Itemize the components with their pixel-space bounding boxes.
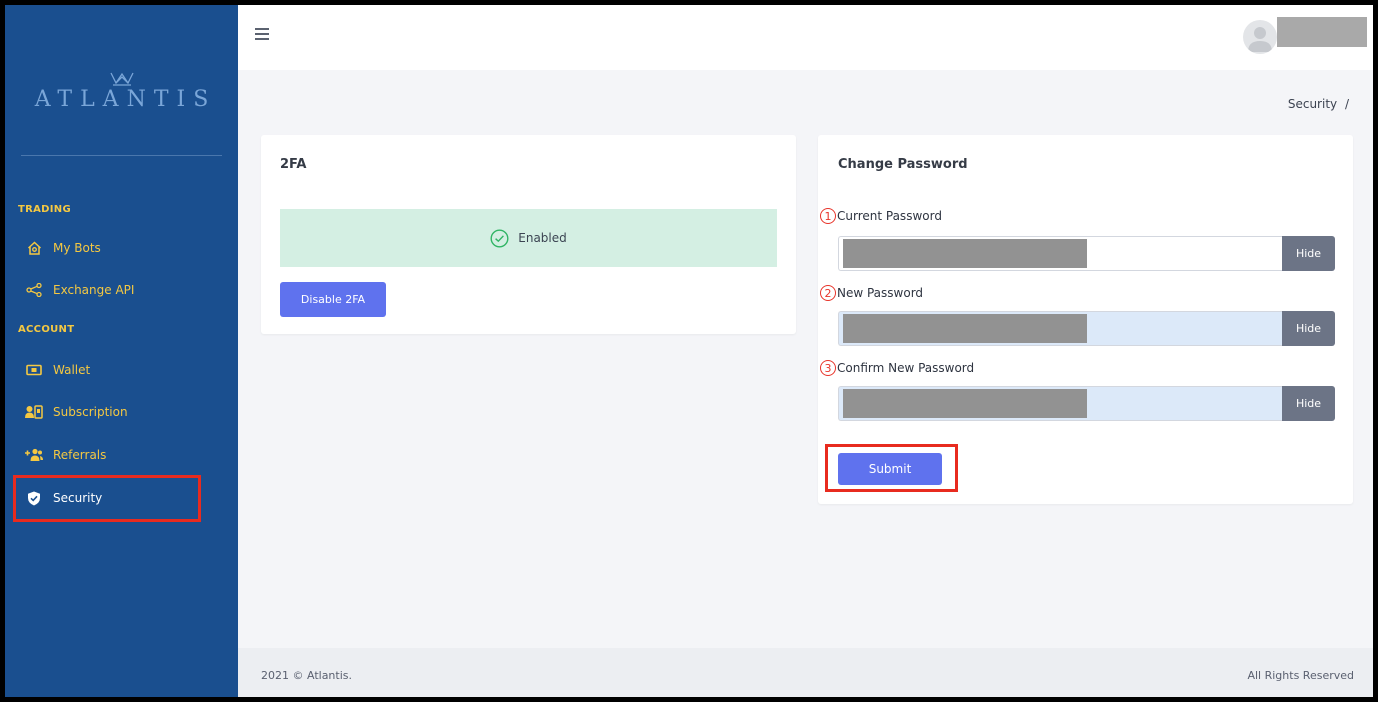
sidebar-item-label: My Bots	[53, 241, 101, 255]
users-plus-icon	[25, 447, 43, 463]
nav-heading-account: ACCOUNT	[18, 324, 75, 335]
share-nodes-icon	[25, 282, 43, 298]
current-password-field: Hide	[838, 236, 1335, 271]
new-password-label: 2 New Password	[820, 285, 923, 301]
breadcrumb: Security /	[1288, 97, 1349, 111]
redacted-value	[843, 239, 1087, 268]
brand-logo[interactable]: ATLANTIS	[5, 71, 238, 161]
redacted-value	[843, 314, 1087, 343]
footer-rights: All Rights Reserved	[1247, 669, 1354, 682]
new-password-field: Hide	[838, 311, 1335, 346]
hamburger-icon[interactable]	[255, 28, 269, 43]
field-label-text: Current Password	[837, 209, 942, 223]
sidebar-item-label: Referrals	[53, 448, 107, 462]
top-bar	[238, 5, 1373, 70]
crown-logo-icon	[109, 72, 134, 86]
redacted-value	[843, 389, 1087, 418]
step-number-2: 2	[820, 285, 836, 301]
sidebar-item-label: Exchange API	[53, 283, 135, 297]
check-circle-icon	[490, 228, 509, 248]
change-password-title: Change Password	[838, 157, 968, 172]
footer-copyright: 2021 © Atlantis.	[261, 669, 352, 682]
confirm-password-input[interactable]	[838, 386, 1282, 421]
nav-heading-trading: TRADING	[18, 204, 71, 215]
twofa-status-text: Enabled	[518, 231, 567, 245]
sidebar-item-referrals[interactable]: Referrals	[18, 444, 106, 466]
field-label-text: Confirm New Password	[837, 361, 975, 375]
sidebar-item-wallet[interactable]: Wallet	[18, 359, 90, 381]
user-avatar-icon[interactable]	[1243, 20, 1277, 54]
redacted-username[interactable]	[1277, 17, 1367, 47]
twofa-card: 2FA Enabled Disable 2FA	[261, 135, 796, 334]
sidebar-item-subscription[interactable]: Subscription	[18, 401, 128, 423]
logo-divider	[21, 155, 222, 156]
disable-2fa-button[interactable]: Disable 2FA	[280, 282, 386, 317]
user-card-icon	[25, 404, 43, 420]
step-number-1: 1	[820, 208, 836, 224]
sidebar-item-label: Subscription	[53, 405, 128, 419]
home-bot-icon	[25, 240, 43, 256]
sidebar-item-my-bots[interactable]: My Bots	[18, 237, 101, 259]
footer: 2021 © Atlantis. All Rights Reserved	[238, 648, 1373, 697]
sidebar-item-label: Wallet	[53, 363, 91, 377]
money-bill-icon	[25, 362, 43, 378]
step-number-3: 3	[820, 360, 836, 376]
twofa-title: 2FA	[280, 157, 307, 172]
current-password-input[interactable]	[838, 236, 1282, 271]
breadcrumb-separator: /	[1344, 97, 1349, 111]
twofa-status-alert: Enabled	[280, 209, 777, 267]
new-password-input[interactable]	[838, 311, 1282, 346]
confirm-password-field: Hide	[838, 386, 1335, 421]
current-password-hide-button[interactable]: Hide	[1282, 236, 1335, 271]
change-password-card: Change Password 1 Current Password Hide …	[818, 135, 1353, 504]
app-frame: ATLANTIS TRADING My Bots Exchange API AC…	[5, 5, 1373, 697]
confirm-password-label: 3 Confirm New Password	[820, 360, 974, 376]
sidebar: ATLANTIS TRADING My Bots Exchange API AC…	[5, 5, 238, 697]
brand-name: ATLANTIS	[34, 87, 217, 112]
submit-button[interactable]: Submit	[838, 453, 942, 485]
breadcrumb-current[interactable]: Security	[1288, 97, 1337, 111]
field-label-text: New Password	[837, 286, 924, 300]
sidebar-item-exchange-api[interactable]: Exchange API	[18, 279, 134, 301]
current-password-label: 1 Current Password	[820, 208, 942, 224]
confirm-password-hide-button[interactable]: Hide	[1282, 386, 1335, 421]
new-password-hide-button[interactable]: Hide	[1282, 311, 1335, 346]
security-highlight-box	[13, 475, 201, 522]
